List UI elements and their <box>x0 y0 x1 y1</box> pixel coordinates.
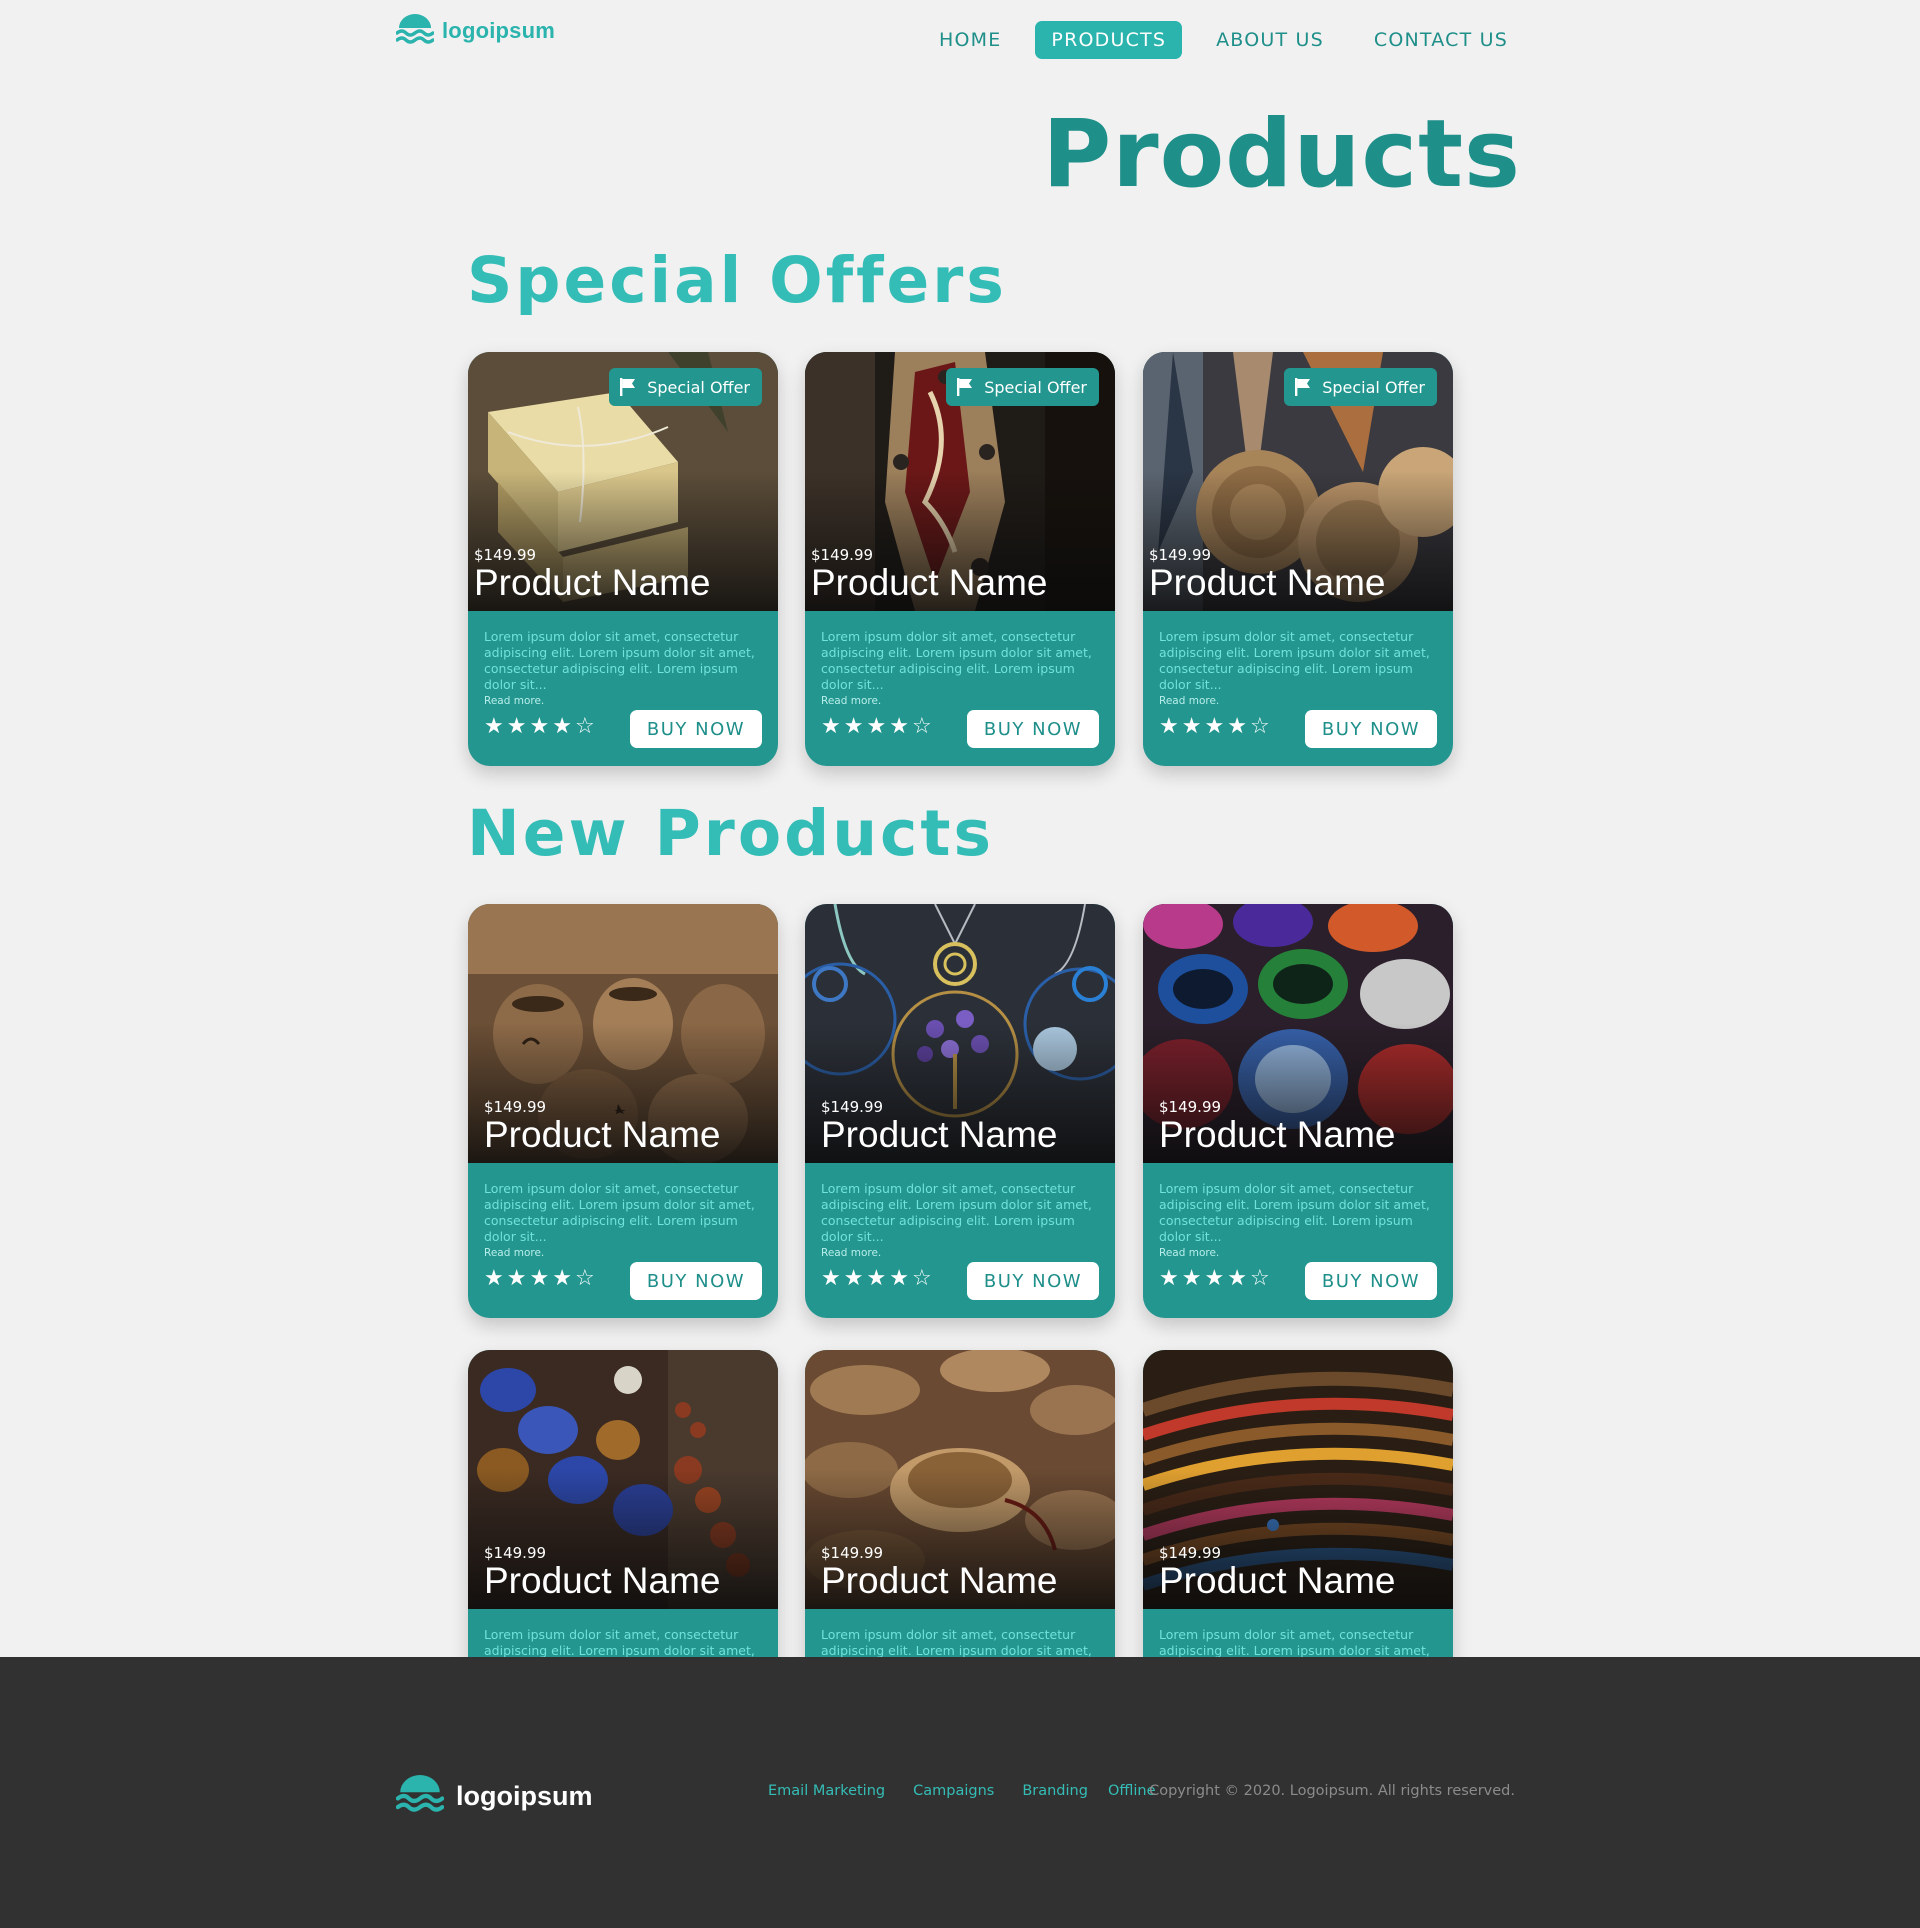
copyright-text: Copyright © 2020. Logoipsum. All rights … <box>1149 1783 1515 1799</box>
product-name: Product Name <box>484 1114 721 1155</box>
buy-now-button[interactable]: BUY NOW <box>967 710 1099 748</box>
special-offer-badge: Special Offer <box>1284 368 1437 406</box>
product-card[interactable]: $149.99 Product Name Lorem ipsum dolor s… <box>468 904 778 1318</box>
read-more-link[interactable]: Read more. <box>1159 1247 1219 1259</box>
nav-about-us[interactable]: ABOUT US <box>1200 21 1340 59</box>
star-filled-icon: ★ <box>1159 1266 1179 1291</box>
footer-link-branding[interactable]: Branding <box>1022 1783 1088 1799</box>
star-filled-icon: ★ <box>1204 714 1225 739</box>
site-logo[interactable]: logoipsum <box>396 14 555 48</box>
product-name: Product Name <box>474 562 711 603</box>
product-name: Product Name <box>821 1114 1058 1155</box>
star-filled-icon: ★ <box>529 714 550 739</box>
logo-waves-icon <box>396 14 434 44</box>
product-description: Lorem ipsum dolor sit amet, consectetur … <box>1159 629 1430 692</box>
logo-waves-icon <box>396 1775 444 1812</box>
site-header: logoipsum HOME PRODUCTS ABOUT US CONTACT… <box>0 0 1920 80</box>
star-filled-icon: ★ <box>552 714 572 739</box>
rating-stars: ★ ★ ★ ★ ☆ <box>484 716 595 738</box>
nav-products[interactable]: PRODUCTS <box>1035 21 1183 59</box>
buy-now-button[interactable]: BUY NOW <box>967 1262 1099 1300</box>
star-filled-icon: ★ <box>506 714 527 739</box>
product-name: Product Name <box>1159 1114 1396 1155</box>
new-products-heading: New Products <box>467 797 995 870</box>
buy-now-button[interactable]: BUY NOW <box>1305 1262 1437 1300</box>
special-offer-card[interactable]: Special Offer $149.99 Product Name Lorem… <box>468 352 778 766</box>
special-offer-badge: Special Offer <box>946 368 1099 406</box>
star-filled-icon: ★ <box>1159 714 1179 739</box>
star-filled-icon: ★ <box>552 1266 572 1291</box>
product-description: Lorem ipsum dolor sit amet, consectetur … <box>484 629 755 692</box>
product-name: Product Name <box>821 1560 1058 1601</box>
flag-icon <box>1295 378 1311 396</box>
star-filled-icon: ★ <box>866 1266 887 1291</box>
read-more-link[interactable]: Read more. <box>484 1247 544 1259</box>
product-description: Lorem ipsum dolor sit amet, consectetur … <box>1159 1181 1430 1244</box>
rating-stars: ★ ★ ★ ★ ☆ <box>821 1268 932 1290</box>
star-empty-icon: ☆ <box>911 1266 932 1291</box>
footer-link-email-marketing[interactable]: Email Marketing <box>768 1783 885 1799</box>
star-empty-icon: ☆ <box>911 714 932 739</box>
footer-logo-text: logoipsum <box>456 1780 593 1811</box>
flag-icon <box>957 378 973 396</box>
read-more-link[interactable]: Read more. <box>1159 695 1219 707</box>
page-title: Products <box>1042 100 1521 209</box>
product-description: Lorem ipsum dolor sit amet, consectetur … <box>821 1181 1092 1244</box>
nav-contact-us[interactable]: CONTACT US <box>1358 21 1524 59</box>
star-filled-icon: ★ <box>529 1266 550 1291</box>
star-filled-icon: ★ <box>1227 1266 1247 1291</box>
star-filled-icon: ★ <box>843 714 864 739</box>
site-footer: logoipsum Email Marketing Campaigns Bran… <box>0 1657 1920 1928</box>
rating-stars: ★ ★ ★ ★ ☆ <box>1159 1268 1270 1290</box>
special-offer-card[interactable]: Special Offer $149.99 Product Name Lorem… <box>1143 352 1453 766</box>
star-filled-icon: ★ <box>889 1266 909 1291</box>
badge-label: Special Offer <box>647 377 750 397</box>
footer-logo[interactable]: logoipsum <box>396 1775 593 1817</box>
buy-now-button[interactable]: BUY NOW <box>630 1262 762 1300</box>
nav-home[interactable]: HOME <box>923 21 1017 59</box>
star-filled-icon: ★ <box>843 1266 864 1291</box>
special-offers-heading: Special Offers <box>467 244 1007 317</box>
star-filled-icon: ★ <box>1181 1266 1202 1291</box>
product-card[interactable]: $149.99 Product Name Lorem ipsum dolor s… <box>805 904 1115 1318</box>
star-empty-icon: ☆ <box>1249 714 1270 739</box>
star-filled-icon: ★ <box>1181 714 1202 739</box>
badge-label: Special Offer <box>984 377 1087 397</box>
star-filled-icon: ★ <box>484 1266 504 1291</box>
product-card[interactable]: $149.99 Product Name Lorem ipsum dolor s… <box>1143 904 1453 1318</box>
rating-stars: ★ ★ ★ ★ ☆ <box>821 716 932 738</box>
logo-text: logoipsum <box>442 18 556 43</box>
badge-label: Special Offer <box>1322 377 1425 397</box>
special-offer-card[interactable]: Special Offer $149.99 Product Name Lorem… <box>805 352 1115 766</box>
buy-now-button[interactable]: BUY NOW <box>1305 710 1437 748</box>
read-more-link[interactable]: Read more. <box>821 1247 881 1259</box>
star-filled-icon: ★ <box>506 1266 527 1291</box>
star-filled-icon: ★ <box>1227 714 1247 739</box>
product-name: Product Name <box>811 562 1048 603</box>
star-filled-icon: ★ <box>484 714 504 739</box>
rating-stars: ★ ★ ★ ★ ☆ <box>484 1268 595 1290</box>
footer-link-campaigns[interactable]: Campaigns <box>913 1783 994 1799</box>
rating-stars: ★ ★ ★ ★ ☆ <box>1159 716 1270 738</box>
read-more-link[interactable]: Read more. <box>821 695 881 707</box>
buy-now-button[interactable]: BUY NOW <box>630 710 762 748</box>
special-offer-badge: Special Offer <box>609 368 762 406</box>
star-filled-icon: ★ <box>821 1266 841 1291</box>
main-nav: HOME PRODUCTS ABOUT US CONTACT US <box>923 21 1524 59</box>
product-description: Lorem ipsum dolor sit amet, consectetur … <box>821 629 1092 692</box>
star-empty-icon: ☆ <box>1249 1266 1270 1291</box>
product-name: Product Name <box>1159 1560 1396 1601</box>
product-name: Product Name <box>1149 562 1386 603</box>
read-more-link[interactable]: Read more. <box>484 695 544 707</box>
star-filled-icon: ★ <box>866 714 887 739</box>
star-filled-icon: ★ <box>1204 1266 1225 1291</box>
product-name: Product Name <box>484 1560 721 1601</box>
star-empty-icon: ☆ <box>574 1266 595 1291</box>
footer-links: Email Marketing Campaigns Branding Offli… <box>768 1783 1184 1799</box>
product-description: Lorem ipsum dolor sit amet, consectetur … <box>484 1181 755 1244</box>
star-filled-icon: ★ <box>889 714 909 739</box>
star-empty-icon: ☆ <box>574 714 595 739</box>
flag-icon <box>620 378 636 396</box>
star-filled-icon: ★ <box>821 714 841 739</box>
